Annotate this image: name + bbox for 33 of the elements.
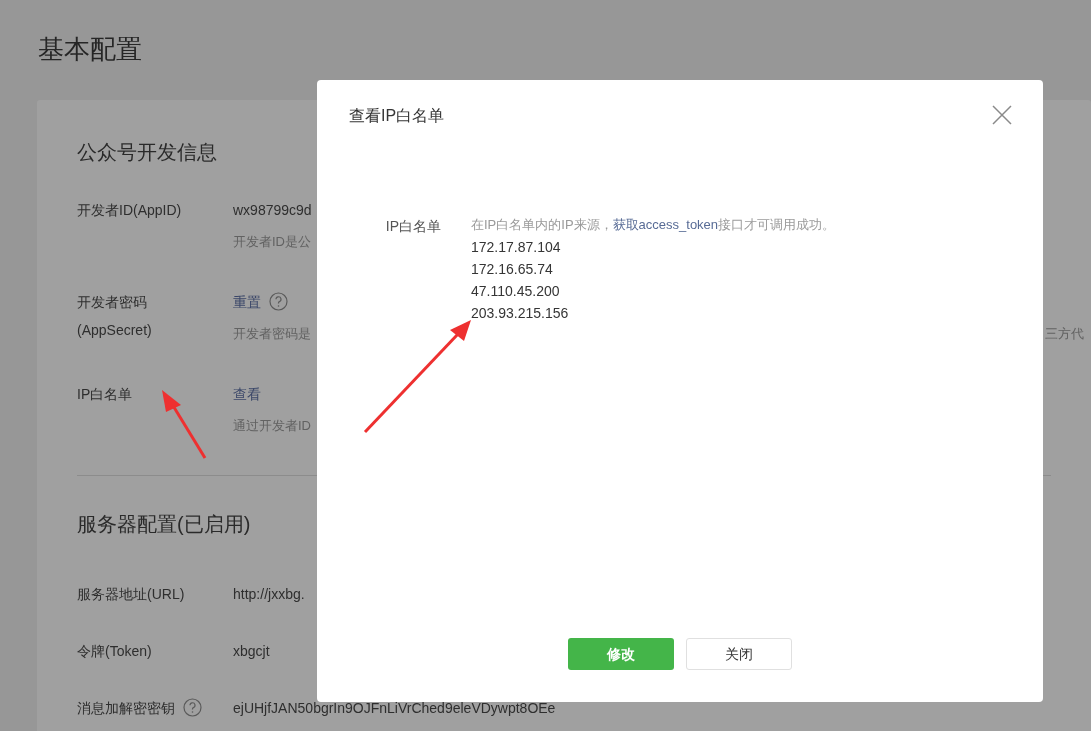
field-label: 服务器地址(URL) (77, 586, 185, 602)
page-title: 基本配置 (38, 33, 143, 66)
field-label: 开发者ID(AppID) (77, 202, 182, 218)
link[interactable]: 获取access_token (612, 217, 719, 232)
field-label: IP白名单 (77, 385, 133, 402)
field-value: http://jxxbg. (233, 586, 305, 602)
close-icon[interactable] (991, 104, 1013, 126)
secondary-button[interactable]: 关闭 (686, 638, 792, 670)
link[interactable]: 查看 (233, 385, 261, 402)
ip-address: 172.17.87.104 (471, 238, 562, 257)
hint-text: 开发者密码是 (233, 324, 311, 343)
field-value: xbgcjt (233, 643, 270, 659)
field-value: wx98799c9d (233, 202, 312, 218)
ip-address: 172.16.65.74 (471, 260, 554, 279)
section-title: 公众号开发信息 (77, 140, 218, 165)
arrow (162, 390, 207, 459)
note-text: 在IP白名单内的IP来源， (471, 217, 613, 232)
help-icon[interactable] (269, 291, 288, 311)
link[interactable]: 重置 (233, 293, 261, 310)
section-title: 服务器配置(已启用) (77, 512, 252, 537)
ip-address: 203.93.215.156 (471, 304, 570, 323)
hint-text: 通过开发者ID (233, 416, 311, 435)
field-value: ejUHjfJAN50bgrIn9OJFnLiVrChed9eleVDywpt8OEe (233, 700, 556, 716)
ip-address: 47.110.45.200 (471, 282, 561, 301)
field-label: 令牌(Token) (77, 643, 152, 659)
help-icon[interactable] (183, 698, 202, 717)
dialog-title: 查看IP白名单 (349, 106, 445, 126)
primary-button[interactable]: 修改 (568, 638, 674, 670)
field-label: 消息加解密密钥 (77, 700, 175, 716)
field-label: IP白名单 (385, 218, 441, 234)
field-label: 开发者密码(AppSecret) (77, 292, 153, 340)
hint-text: 开发者ID是公 (233, 233, 311, 251)
note-text: 接口才可调用成功。 (718, 217, 836, 232)
